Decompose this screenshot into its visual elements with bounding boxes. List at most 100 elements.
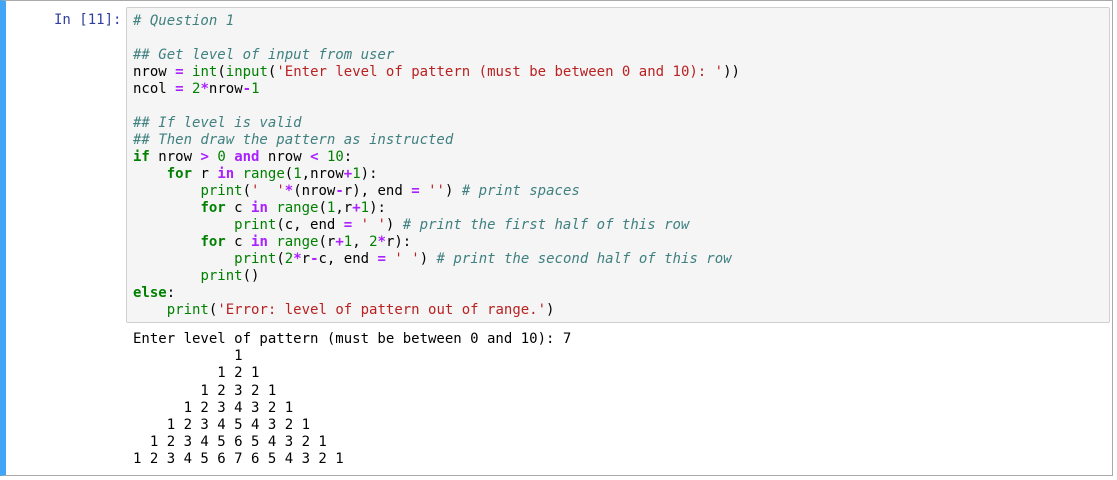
code-token: : xyxy=(343,149,353,165)
code-token: + xyxy=(343,166,353,182)
code-token: < xyxy=(310,149,319,165)
code-line: ## If level is valid xyxy=(133,115,740,132)
code-token: 'Error: level of pattern out of range.' xyxy=(217,302,547,318)
code-token: ( xyxy=(284,166,294,182)
code-token: * xyxy=(377,234,386,250)
code-token: r): xyxy=(385,234,412,250)
code-token: = xyxy=(411,183,420,199)
code-token: if xyxy=(133,149,150,165)
code-token: 0 xyxy=(217,149,226,165)
code-token: ) xyxy=(444,183,462,199)
code-token: = xyxy=(377,251,386,267)
code-token: , xyxy=(352,234,370,250)
code-line: ## Then draw the pattern as instructed xyxy=(133,132,740,149)
code-token: range xyxy=(276,234,319,250)
code-editor[interactable]: # Question 1 ## Get level of input from … xyxy=(126,7,1110,323)
code-token: + xyxy=(352,200,361,216)
code-line: for r in range(1,nrow+1): xyxy=(133,166,740,183)
code-token: # print spaces xyxy=(461,183,580,199)
code-token: # print the first half of this row xyxy=(402,217,690,233)
code-token: - xyxy=(310,251,319,267)
code-line: if nrow > 0 and nrow < 10: xyxy=(133,149,740,166)
code-token: c, end xyxy=(318,251,378,267)
code-token: ' ' xyxy=(251,183,285,199)
output-line: 1 2 3 4 5 6 5 4 3 2 1 xyxy=(133,434,336,451)
code-token: r xyxy=(301,251,311,267)
notebook-code-cell[interactable]: In [11]: # Question 1 ## Get level of in… xyxy=(0,0,1113,476)
code-token: ' ' xyxy=(360,217,386,233)
code-token: ( xyxy=(242,183,252,199)
code-token: 2 xyxy=(369,234,378,250)
code-token: '' xyxy=(428,183,445,199)
code-token: (nrow xyxy=(293,183,336,199)
code-token: ) xyxy=(385,217,403,233)
code-token: in xyxy=(251,200,268,216)
code-line: print(' '*(nrow-r), end = '') # print sp… xyxy=(133,183,740,200)
code-token: # print the second half of this row xyxy=(436,251,732,267)
code-token: 1 xyxy=(251,81,260,97)
code-token: + xyxy=(335,234,344,250)
code-token: ( xyxy=(318,200,327,216)
code-token: )) xyxy=(723,64,740,80)
output-line: 1 xyxy=(133,348,252,365)
code-token: for xyxy=(166,166,193,182)
code-token: ## Then draw the pattern as instructed xyxy=(133,132,454,148)
code-token: 10 xyxy=(326,149,344,165)
code-line: for c in range(1,r+1): xyxy=(133,200,740,217)
code-token: * xyxy=(284,183,294,199)
code-token: 1 xyxy=(343,234,353,250)
code-token: 1 xyxy=(360,200,370,216)
code-token: nrow xyxy=(208,81,243,97)
code-token: ( xyxy=(276,251,285,267)
code-token: () xyxy=(242,268,260,284)
code-line: else: xyxy=(133,285,740,302)
code-line: ncol = 2*nrow-1 xyxy=(133,81,740,98)
code-line: print('Error: level of pattern out of ra… xyxy=(133,302,740,319)
code-line: print() xyxy=(133,268,740,285)
code-token: = xyxy=(175,81,184,97)
code-token: print xyxy=(234,251,277,267)
code-token: > xyxy=(200,149,209,165)
code-token: else xyxy=(133,285,167,301)
code-token: ,r xyxy=(335,200,353,216)
code-token: * xyxy=(293,251,302,267)
code-token: = xyxy=(175,64,184,80)
code-line: nrow = int(input('Enter level of pattern… xyxy=(133,64,740,81)
code-token: nrow xyxy=(133,64,176,80)
code-token: # Question 1 xyxy=(133,13,235,29)
code-token: c xyxy=(225,234,252,250)
code-token: print xyxy=(200,183,243,199)
code-token: nrow xyxy=(259,149,311,165)
code-token: = xyxy=(343,217,353,233)
code-token: : xyxy=(166,285,176,301)
code-token: print xyxy=(200,268,243,284)
code-content[interactable]: # Question 1 ## Get level of input from … xyxy=(133,13,740,319)
code-token: (r xyxy=(318,234,336,250)
code-token: 'Enter level of pattern (must be between… xyxy=(276,64,724,80)
code-line: print(c, end = ' ') # print the first ha… xyxy=(133,217,740,234)
output-line: 1 2 3 2 1 xyxy=(133,382,285,399)
code-token: range xyxy=(242,166,285,182)
code-token: print xyxy=(166,302,209,318)
code-token: ) xyxy=(419,251,437,267)
code-line: print(2*r-c, end = ' ') # print the seco… xyxy=(133,251,740,268)
code-token: - xyxy=(335,183,344,199)
code-token: - xyxy=(242,81,252,97)
code-token: ( xyxy=(217,64,226,80)
code-token: ncol xyxy=(133,81,176,97)
code-line: # Question 1 xyxy=(133,13,740,30)
